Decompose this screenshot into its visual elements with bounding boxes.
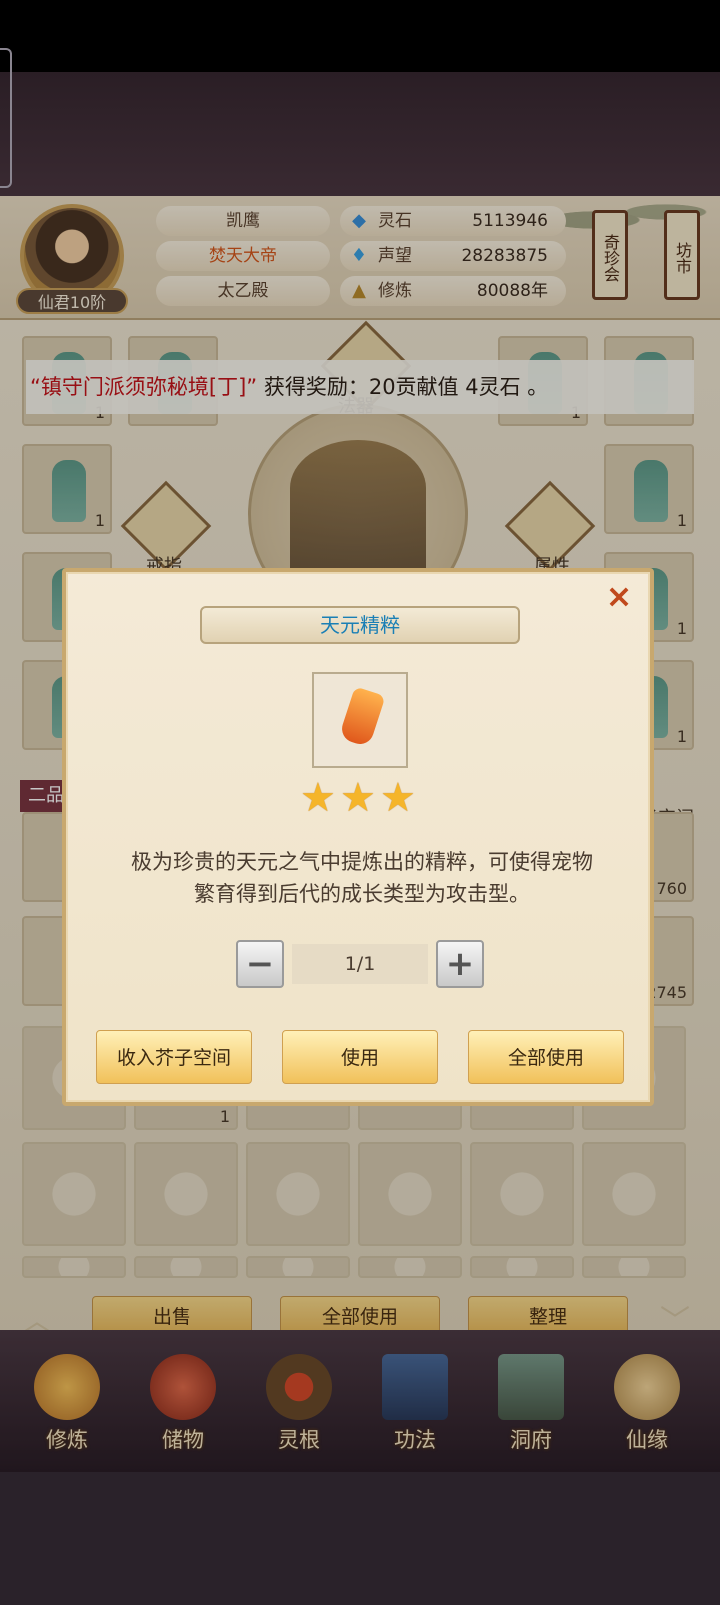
description-line: 繁育得到后代的成长类型为攻击型。 (194, 882, 530, 906)
store-in-space-button[interactable]: 收入芥子空间 (96, 1030, 252, 1084)
increase-button[interactable]: + (436, 940, 484, 988)
use-all-dialog-button[interactable]: 全部使用 (468, 1030, 624, 1084)
close-icon[interactable]: × (604, 578, 634, 614)
item-dialog (62, 568, 654, 1106)
top-backdrop (0, 72, 720, 200)
decrease-button[interactable]: − (236, 940, 284, 988)
description-line: 极为珍贵的天元之气中提炼出的精粹，可使得宠物 (131, 850, 593, 874)
star-icon: ★ (380, 775, 416, 821)
bottom-backdrop (0, 1472, 720, 1605)
status-bar-area (0, 0, 720, 72)
use-button[interactable]: 使用 (282, 1030, 438, 1084)
side-handle[interactable] (0, 48, 12, 188)
quantity-field[interactable]: 1/1 (292, 944, 428, 984)
item-description: 极为珍贵的天元之气中提炼出的精粹，可使得宠物 繁育得到后代的成长类型为攻击型。 (92, 846, 632, 910)
dialog-title: 天元精粹 (200, 606, 520, 644)
star-icon: ★ (340, 775, 376, 821)
star-icon: ★ (300, 775, 336, 821)
